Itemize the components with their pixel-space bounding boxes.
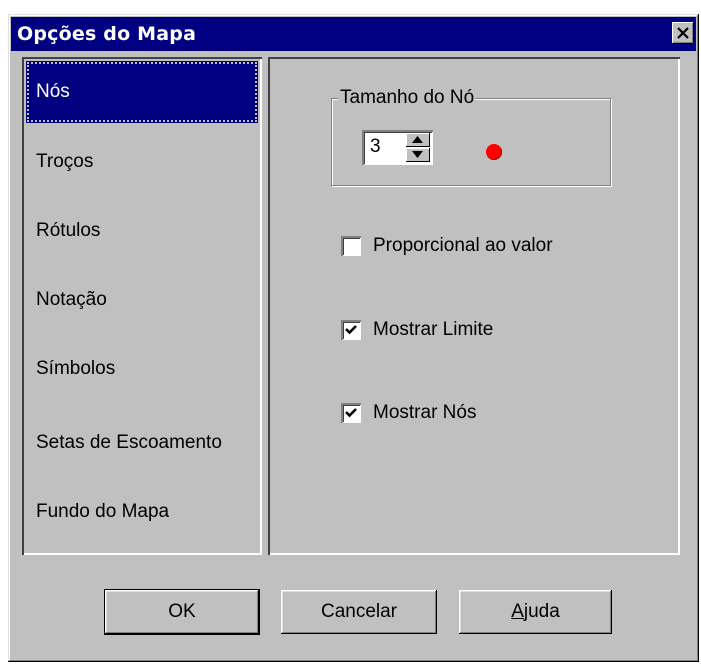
help-button-mnemonic: A: [511, 601, 524, 622]
sidebar-item-flow-arrows[interactable]: Setas de Escoamento: [26, 412, 258, 474]
sidebar-item-labels[interactable]: Rótulos: [26, 200, 258, 262]
options-category-list[interactable]: Nós Troços Rótulos Notação Símbolos Seta…: [22, 57, 262, 555]
cancel-button[interactable]: Cancelar: [281, 590, 437, 634]
arrow-up-icon: [412, 136, 423, 143]
spinner-down-button[interactable]: [406, 148, 430, 162]
spinner-buttons: [406, 133, 430, 162]
sidebar-item-label: Setas de Escoamento: [36, 432, 222, 453]
help-button[interactable]: Ajuda: [459, 590, 612, 634]
node-size-value[interactable]: 3: [370, 133, 381, 161]
sidebar-item-symbols[interactable]: Símbolos: [26, 338, 258, 400]
title-bar[interactable]: Opções do Mapa: [11, 17, 696, 51]
node-size-spinner[interactable]: 3: [362, 130, 433, 165]
close-button[interactable]: [672, 22, 694, 44]
dialog-title: Opções do Mapa: [17, 23, 197, 45]
arrow-down-icon: [412, 151, 423, 158]
sidebar-item-label: Símbolos: [36, 358, 116, 379]
show-border-label: Mostrar Limite: [373, 319, 494, 340]
sidebar-item-notation[interactable]: Notação: [26, 269, 258, 331]
sidebar-item-map-background[interactable]: Fundo do Mapa: [26, 481, 258, 543]
proportional-checkbox[interactable]: [341, 236, 361, 256]
spinner-up-button[interactable]: [406, 133, 430, 147]
ok-button[interactable]: OK: [104, 589, 260, 635]
help-button-label: juda: [523, 601, 560, 622]
ok-button-label: OK: [168, 601, 196, 622]
sidebar-item-links[interactable]: Troços: [26, 131, 258, 193]
show-nodes-checkbox[interactable]: [341, 403, 361, 423]
sidebar-item-label: Nós: [36, 81, 70, 102]
node-size-legend: Tamanho do Nó: [338, 86, 477, 110]
sidebar-item-label: Troços: [36, 151, 94, 172]
sidebar-item-nodes[interactable]: Nós: [26, 61, 258, 123]
proportional-label: Proporcional ao valor: [373, 235, 553, 256]
checkmark-icon: [345, 325, 357, 335]
cancel-button-label: Cancelar: [320, 601, 398, 622]
close-icon: [677, 27, 689, 39]
node-preview-dot-icon: [486, 144, 502, 160]
show-nodes-label: Mostrar Nós: [373, 402, 477, 423]
show-border-checkbox[interactable]: [341, 320, 361, 340]
sidebar-item-label: Rótulos: [36, 220, 101, 241]
sidebar-item-label: Fundo do Mapa: [36, 501, 170, 522]
sidebar-item-label: Notação: [36, 289, 107, 310]
checkmark-icon: [345, 408, 357, 418]
